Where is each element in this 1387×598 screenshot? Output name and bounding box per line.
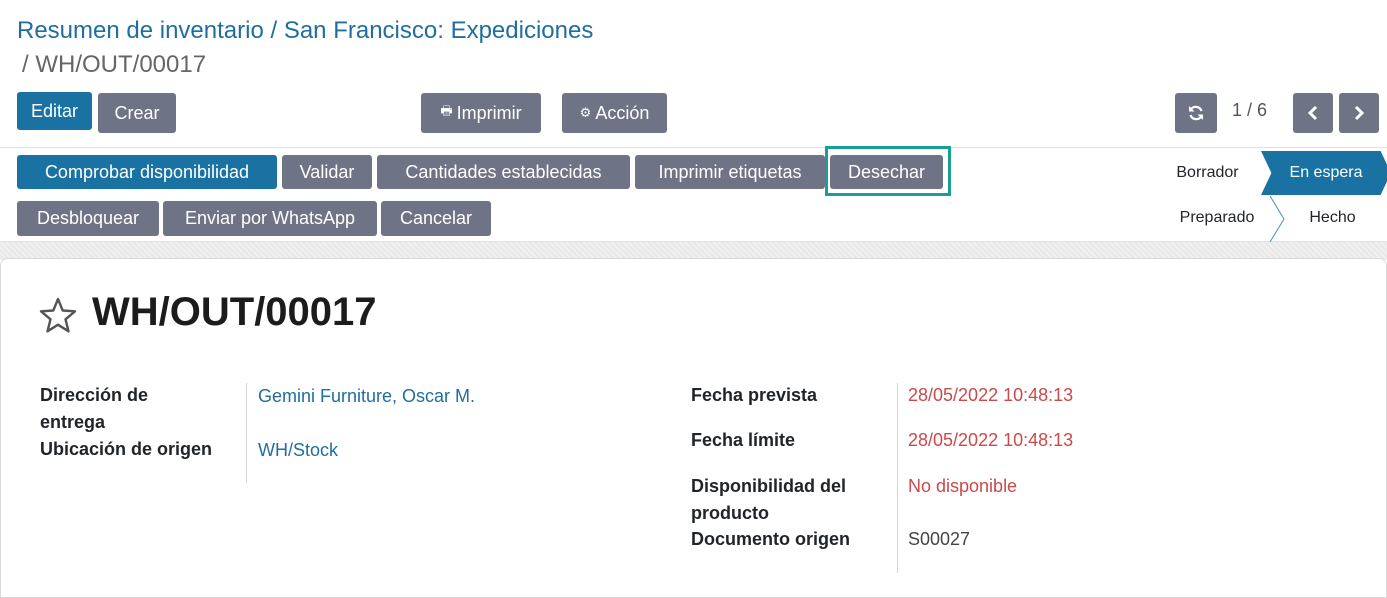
product-availability-label-line2: producto (691, 503, 769, 523)
cancel-button[interactable]: Cancelar (381, 201, 491, 236)
print-button[interactable]: 🖶 Imprimir (421, 93, 541, 133)
control-panel: Resumen de inventario / San Francisco: E… (0, 0, 1387, 148)
check-availability-button[interactable]: Comprobar disponibilidad (17, 155, 277, 189)
printer-icon: 🖶 (440, 103, 453, 118)
chevron-left-icon (1307, 105, 1318, 121)
gear-icon: ⚙ (579, 105, 592, 120)
field-divider (897, 383, 898, 573)
print-labels-button[interactable]: Imprimir etiquetas (635, 155, 825, 189)
breadcrumb-separator: / (22, 51, 29, 78)
delivery-address-value[interactable]: Gemini Furniture, Oscar M. (258, 383, 475, 410)
create-button[interactable]: Crear (98, 93, 176, 133)
delivery-address-label-line1: Dirección de (40, 385, 149, 405)
breadcrumb-item-inventory[interactable]: Resumen de inventario (17, 17, 264, 44)
action-button[interactable]: ⚙ Acción (562, 93, 667, 133)
refresh-icon (1189, 105, 1203, 121)
print-button-label: Imprimir (456, 102, 522, 123)
reload-button[interactable] (1175, 93, 1217, 133)
status-stage-ready[interactable]: Preparado (1162, 196, 1272, 240)
breadcrumb: Resumen de inventario / San Francisco: E… (17, 14, 717, 82)
delivery-address-label: Dirección de entrega (40, 382, 148, 436)
scrap-button[interactable]: Desechar (830, 155, 943, 189)
send-whatsapp-button[interactable]: Enviar por WhatsApp (163, 201, 377, 236)
chevron-right-icon (1354, 105, 1365, 121)
source-location-label: Ubicación de origen (40, 439, 213, 459)
breadcrumb-separator: / (270, 17, 278, 44)
validate-button[interactable]: Validar (282, 155, 372, 189)
breadcrumb-current: / WH/OUT/00017 (22, 48, 717, 82)
pager-next-button[interactable] (1339, 93, 1379, 133)
breadcrumb-item-deliveries[interactable]: San Francisco: Expediciones (284, 17, 594, 44)
status-stage-done[interactable]: Hecho (1290, 196, 1375, 240)
product-availability-label-line1: Disponibilidad del (691, 476, 847, 496)
status-stage-draft[interactable]: Borrador (1160, 152, 1255, 194)
source-document-value[interactable]: S00027 (908, 526, 970, 553)
deadline-value[interactable]: 28/05/2022 10:48:13 (908, 427, 1073, 454)
product-availability-label: Disponibilidad del producto (691, 473, 846, 527)
field-divider (246, 383, 247, 483)
deadline-label: Fecha límite (691, 430, 796, 450)
delivery-address-label-line2: entrega (40, 412, 106, 432)
pager-value[interactable]: 1 / 6 (1232, 100, 1267, 121)
set-quantities-button[interactable]: Cantidades establecidas (377, 155, 630, 189)
scheduled-date-value[interactable]: 28/05/2022 10:48:13 (908, 382, 1073, 409)
status-stage-waiting[interactable]: En espera (1261, 151, 1387, 195)
breadcrumb-current-label: WH/OUT/00017 (35, 51, 207, 78)
star-icon[interactable] (38, 296, 78, 336)
record-title: WH/OUT/00017 (92, 290, 377, 334)
unlock-button[interactable]: Desbloquear (17, 201, 159, 236)
stage-divider-icon (1269, 196, 1285, 242)
scheduled-date-label: Fecha prevista (691, 385, 818, 405)
edit-button[interactable]: Editar (17, 92, 92, 130)
action-button-label: Acción (595, 102, 650, 123)
product-availability-value: No disponible (908, 476, 1018, 496)
source-document-label: Documento origen (691, 529, 851, 549)
source-location-value[interactable]: WH/Stock (258, 437, 338, 464)
pager-previous-button[interactable] (1293, 93, 1333, 133)
